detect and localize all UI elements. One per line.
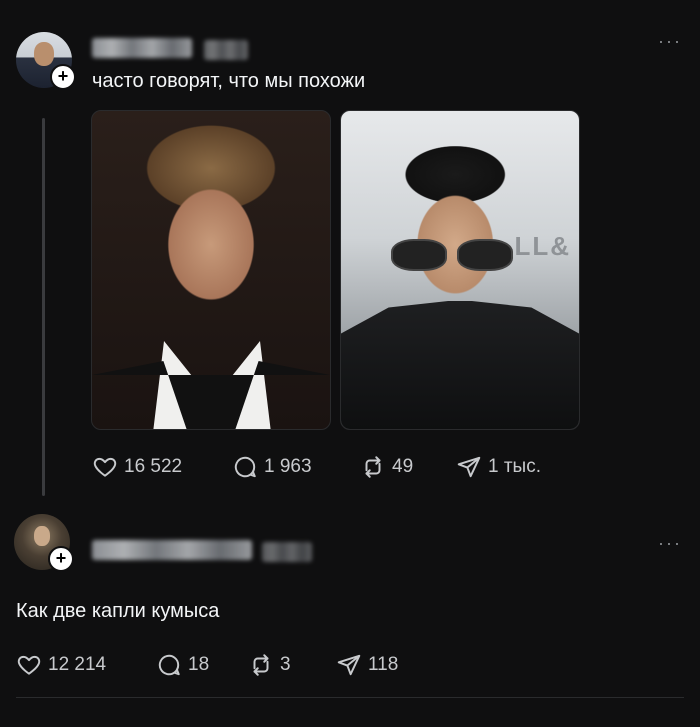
post-image-1[interactable] (91, 110, 331, 430)
share-count: 1 тыс. (488, 456, 541, 477)
heart-icon (93, 457, 117, 477)
repost-icon (365, 456, 381, 478)
username-blurred[interactable] (92, 540, 252, 560)
post-text: Как две капли кумыса (16, 600, 220, 622)
repost-button[interactable]: 49 (360, 452, 413, 482)
more-options-button[interactable]: ··· (658, 32, 682, 50)
avatar[interactable]: + (14, 514, 74, 572)
share-count: 118 (368, 654, 399, 675)
avatar[interactable]: + (16, 32, 76, 90)
thread-line (42, 118, 45, 496)
timestamp-blurred (204, 40, 248, 60)
avatar-face (34, 42, 54, 66)
reply-count: 18 (188, 654, 210, 675)
reply-button[interactable]: 18 (156, 650, 209, 680)
repost-count: 3 (280, 654, 291, 675)
avatar-face (34, 526, 50, 546)
background-sign: LL& (514, 231, 571, 261)
jacket-shape (341, 301, 579, 429)
post-image-2[interactable]: LL& (340, 110, 580, 430)
like-button[interactable]: 16 522 (92, 452, 182, 482)
post-actions: 12 214 18 3 118 (0, 650, 700, 680)
divider (16, 697, 684, 698)
more-options-button[interactable]: ··· (658, 534, 682, 552)
username-blurred[interactable] (92, 38, 192, 58)
like-count: 12 214 (48, 654, 107, 675)
comment-icon (234, 456, 256, 478)
heart-icon (17, 655, 41, 675)
timestamp-blurred (262, 542, 312, 562)
follow-button[interactable]: + (50, 64, 76, 90)
share-button[interactable]: 118 (336, 650, 398, 680)
post-actions: 16 522 1 963 49 1 тыс. (0, 452, 700, 482)
like-button[interactable]: 12 214 (16, 650, 106, 680)
reply-button[interactable]: 1 963 (232, 452, 312, 482)
post-text: часто говорят, что мы похожи (92, 70, 366, 92)
send-icon (457, 456, 481, 478)
reply-count: 1 963 (264, 456, 312, 477)
follow-button[interactable]: + (48, 546, 74, 572)
send-icon (337, 654, 361, 676)
repost-button[interactable]: 3 (248, 650, 291, 680)
jacket-shape (92, 361, 330, 429)
like-count: 16 522 (124, 456, 183, 477)
repost-icon (253, 654, 269, 676)
share-button[interactable]: 1 тыс. (456, 452, 541, 482)
repost-count: 49 (392, 456, 414, 477)
comment-icon (158, 654, 180, 676)
sunglasses-shape (391, 239, 513, 271)
